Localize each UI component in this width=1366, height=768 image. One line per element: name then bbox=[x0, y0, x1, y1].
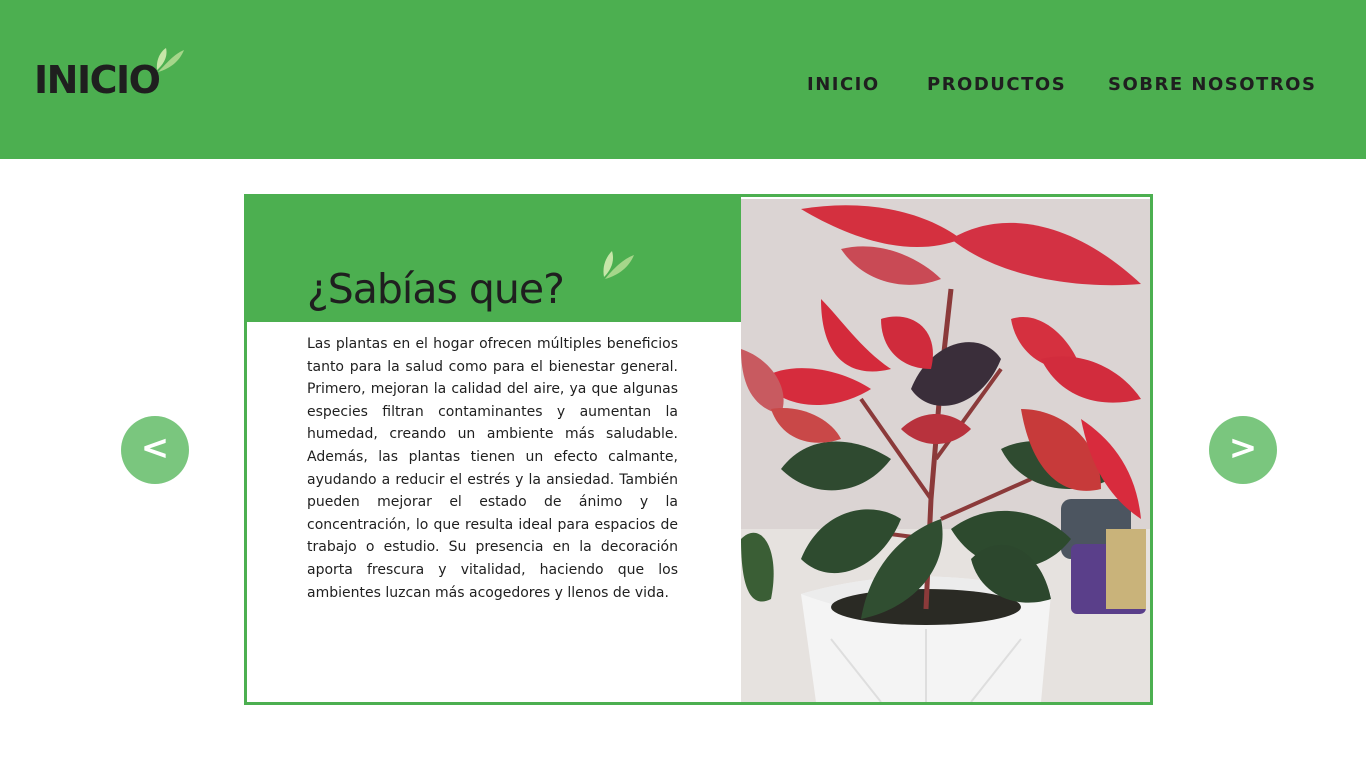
carousel-prev-button[interactable]: < bbox=[121, 416, 189, 484]
nav-link-productos[interactable]: PRODUCTOS bbox=[927, 74, 1066, 95]
nav-link-inicio[interactable]: INICIO bbox=[807, 74, 880, 95]
leaf-icon bbox=[156, 48, 184, 72]
slide-title: ¿Sabías que? bbox=[307, 265, 565, 313]
plant-photo bbox=[741, 199, 1150, 702]
slide-body-text: Las plantas en el hogar ofrecen múltiple… bbox=[307, 336, 678, 601]
slide-card: ¿Sabías que? Las plantas en el hogar ofr… bbox=[244, 194, 1153, 705]
logo-text[interactable]: INICIO bbox=[34, 58, 161, 102]
nav-link-sobre-nosotros[interactable]: SOBRE NOSOTROS bbox=[1108, 74, 1316, 95]
carousel-next-button[interactable]: > bbox=[1209, 416, 1277, 484]
slide-title-band: ¿Sabías que? bbox=[247, 197, 741, 322]
site-header: INICIO INICIO PRODUCTOS SOBRE NOSOTROS bbox=[0, 0, 1366, 159]
leaf-icon bbox=[603, 251, 634, 279]
